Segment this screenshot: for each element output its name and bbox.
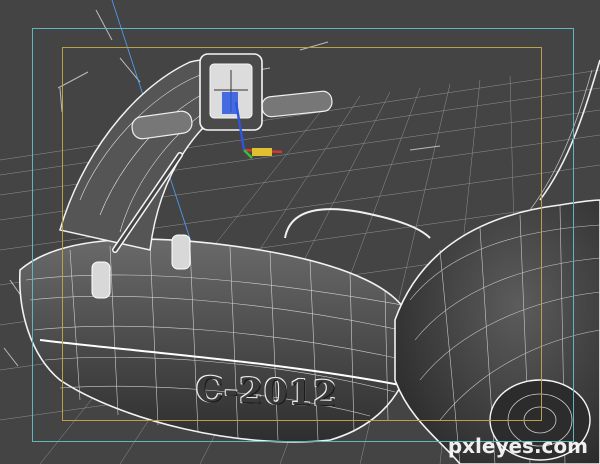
tank-rail	[284, 208, 431, 239]
3d-viewport[interactable]: C-2012 pxleyes.com	[0, 0, 600, 464]
model-emboss-label: C-2012	[196, 369, 338, 415]
watermark: pxleyes.com	[448, 434, 588, 458]
tank-body	[18, 238, 414, 443]
front-fender	[394, 59, 600, 464]
watermark-text: pxleyes.com	[447, 434, 588, 458]
